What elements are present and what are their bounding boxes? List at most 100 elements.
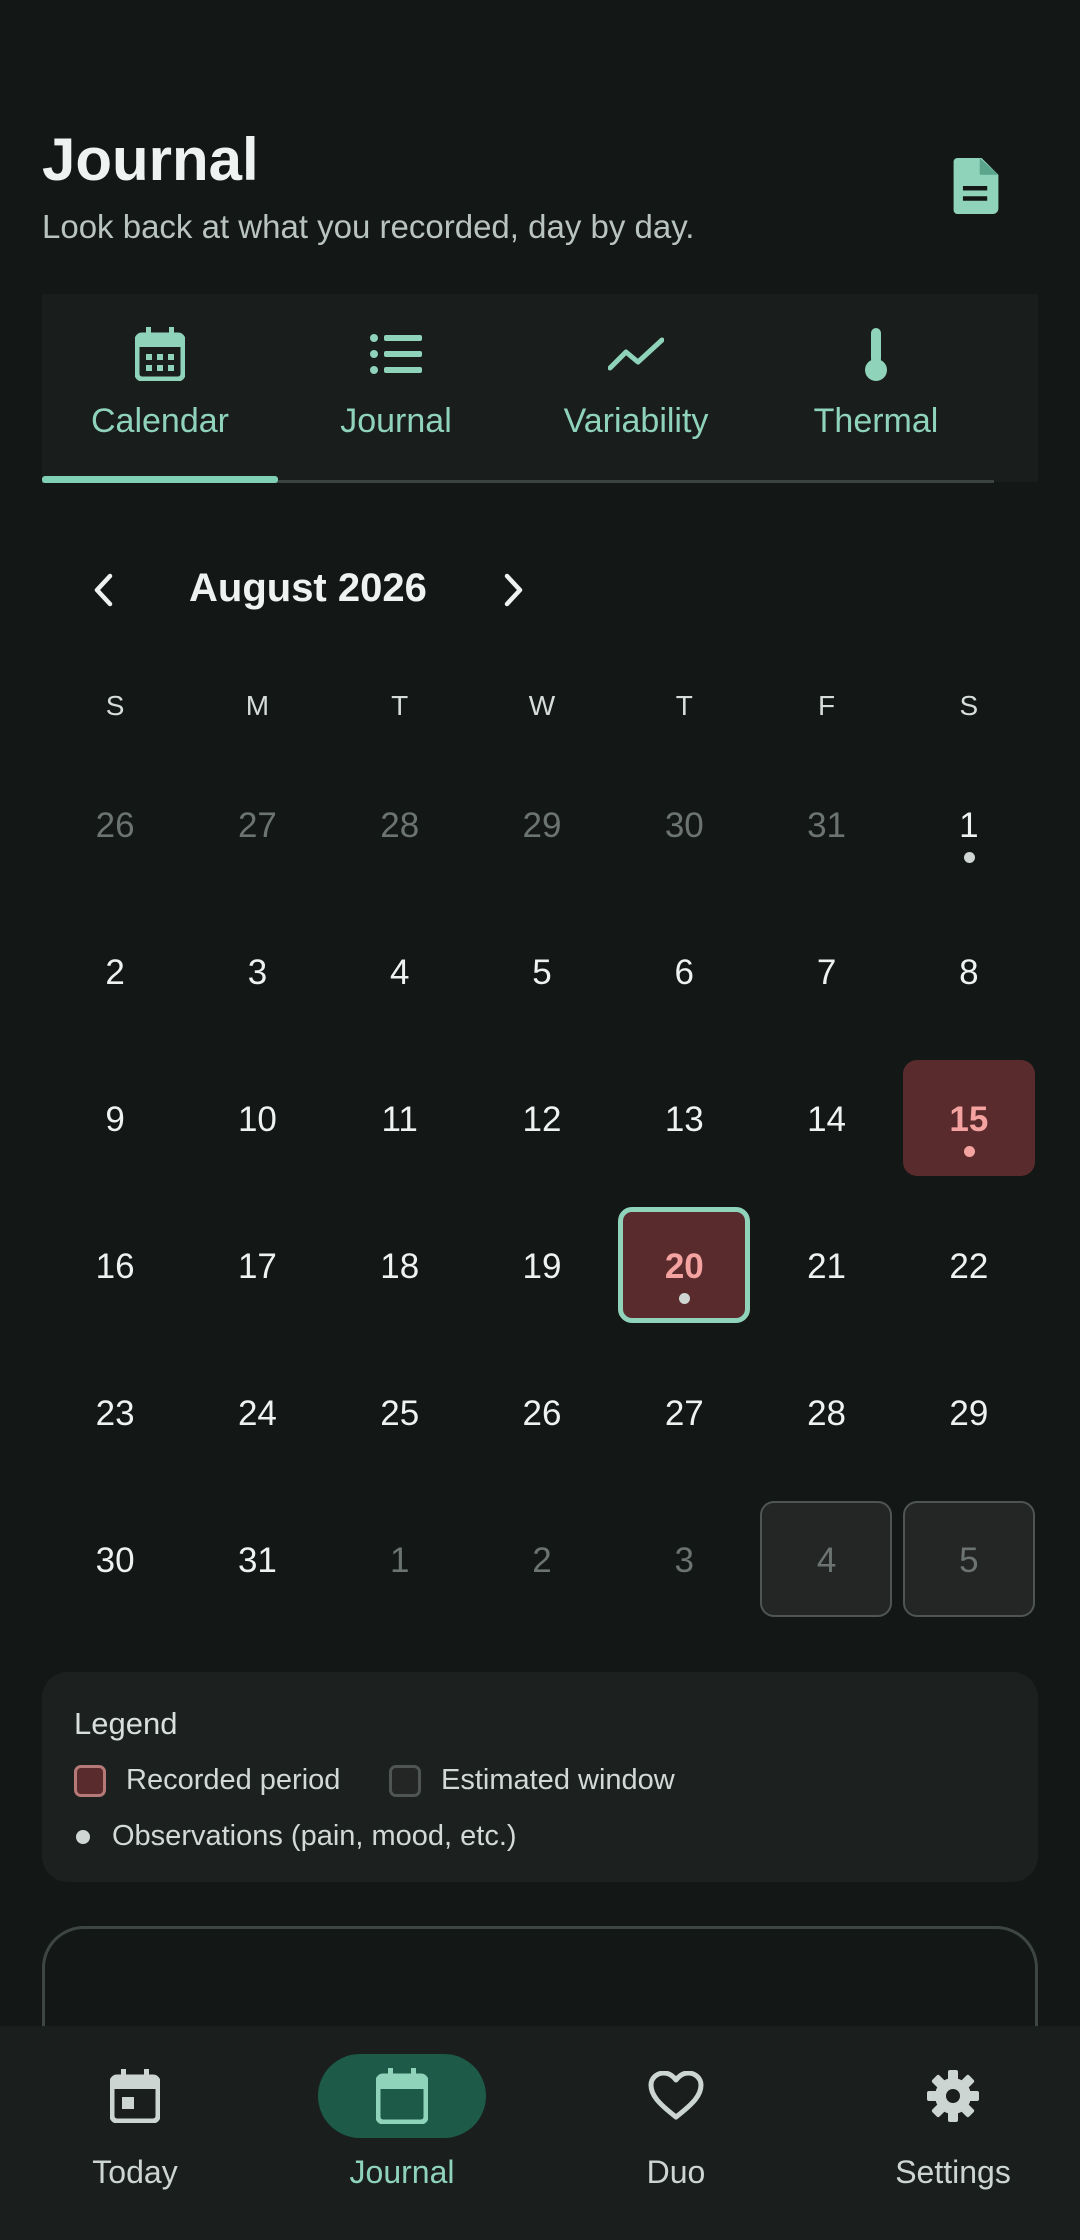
day-number: 29	[522, 805, 562, 845]
calendar-day[interactable]: 18	[329, 1207, 471, 1354]
calendar-day[interactable]: 4	[755, 1501, 897, 1648]
day-number: 12	[522, 1099, 562, 1139]
view-tabs: Calendar Journal Variability Thermal	[42, 294, 1038, 483]
legend-recorded: Recorded period	[74, 1764, 340, 1797]
day-number: 26	[522, 1393, 562, 1433]
calendar-day[interactable]: 3	[186, 913, 328, 1060]
page-title: Journal	[42, 126, 259, 193]
day-number: 16	[95, 1246, 135, 1286]
calendar-day[interactable]: 21	[755, 1207, 897, 1354]
tab-thermal[interactable]: Thermal	[758, 294, 994, 482]
chevron-left-icon	[94, 573, 113, 607]
calendar-day[interactable]: 13	[613, 1060, 755, 1207]
calendar-day[interactable]: 23	[44, 1354, 186, 1501]
day-number: 27	[237, 805, 277, 845]
tab-variability[interactable]: Variability	[514, 294, 758, 482]
calendar-day[interactable]: 31	[755, 766, 897, 913]
day-number: 1	[389, 1540, 410, 1580]
day-number: 28	[380, 805, 420, 845]
day-number: 15	[949, 1099, 989, 1139]
tab-label: Calendar	[91, 402, 229, 440]
calendar-day[interactable]: 16	[44, 1207, 186, 1354]
nav-duo[interactable]: Duo	[541, 2026, 811, 2240]
day-number: 18	[380, 1246, 420, 1286]
calendar-today-icon	[110, 2069, 160, 2123]
calendar-day[interactable]: 11	[329, 1060, 471, 1207]
day-number: 21	[807, 1246, 847, 1286]
calendar-day[interactable]: 4	[329, 913, 471, 1060]
observation-dot	[76, 1829, 90, 1844]
day-number: 4	[389, 952, 410, 992]
calendar-day[interactable]: 14	[755, 1060, 897, 1207]
day-number: 30	[95, 1540, 135, 1580]
weekday-label: F	[818, 690, 836, 721]
calendar-day[interactable]: 25	[329, 1354, 471, 1501]
calendar-day[interactable]: 2	[471, 1501, 613, 1648]
legend-observations-label: Observations (pain, mood, etc.)	[112, 1820, 517, 1852]
day-number: 10	[237, 1099, 277, 1139]
calendar-day[interactable]: 28	[329, 766, 471, 913]
calendar-day[interactable]: 2	[44, 913, 186, 1060]
calendar-day[interactable]: 9	[44, 1060, 186, 1207]
calendar-day[interactable]: 5	[471, 913, 613, 1060]
page-subtitle: Look back at what you recorded, day by d…	[42, 208, 695, 245]
weekday-label: T	[675, 690, 693, 721]
calendar-day[interactable]: 31	[186, 1501, 328, 1648]
day-number: 2	[532, 1540, 552, 1580]
export-document-button[interactable]	[940, 150, 1012, 222]
heart-icon	[648, 2071, 704, 2120]
calendar-day[interactable]: 6	[613, 913, 755, 1060]
tab-active-indicator	[42, 476, 278, 483]
weekday-label: M	[245, 690, 270, 721]
calendar-day[interactable]: 19	[471, 1207, 613, 1354]
previous-month-button[interactable]	[70, 556, 138, 624]
nav-label: Settings	[895, 2154, 1011, 2190]
day-number: 6	[674, 952, 695, 992]
calendar-day[interactable]: 3	[613, 1501, 755, 1648]
calendar-day[interactable]: 10	[186, 1060, 328, 1207]
calendar-day[interactable]: 27	[613, 1354, 755, 1501]
calendar-day[interactable]: 8	[898, 913, 1040, 1060]
legend-estimated: Estimated window	[389, 1764, 675, 1797]
calendar-day[interactable]: 29	[471, 766, 613, 913]
legend-card: Legend Recorded period Estimated window …	[42, 1672, 1038, 1882]
day-number: 22	[949, 1246, 989, 1286]
day-number: 31	[237, 1540, 277, 1580]
nav-journal[interactable]: Journal	[267, 2026, 537, 2240]
gear-icon	[927, 2070, 979, 2122]
calendar-day[interactable]: 7	[755, 913, 897, 1060]
calendar-day[interactable]: 30	[44, 1501, 186, 1648]
calendar-day[interactable]: 1	[898, 766, 1040, 913]
next-month-button[interactable]	[479, 556, 547, 624]
calendar-day[interactable]: 12	[471, 1060, 613, 1207]
calendar-day[interactable]: 1	[329, 1501, 471, 1648]
calendar-day[interactable]: 15	[898, 1060, 1040, 1207]
document-icon	[953, 158, 999, 214]
day-number: 17	[237, 1246, 277, 1286]
nav-today[interactable]: Today	[0, 2026, 270, 2240]
calendar-day[interactable]: 28	[755, 1354, 897, 1501]
month-label: August 2026	[189, 566, 427, 610]
day-number: 19	[522, 1246, 562, 1286]
calendar-day[interactable]: 17	[186, 1207, 328, 1354]
day-number: 2	[105, 952, 125, 992]
day-number: 24	[237, 1393, 277, 1433]
calendar-day[interactable]: 30	[613, 766, 755, 913]
calendar-day[interactable]: 5	[898, 1501, 1040, 1648]
list-icon	[370, 334, 422, 374]
tab-calendar[interactable]: Calendar	[42, 294, 278, 482]
calendar-day[interactable]: 24	[186, 1354, 328, 1501]
day-number: 1	[959, 805, 979, 845]
tab-journal[interactable]: Journal	[278, 294, 514, 482]
calendar-day[interactable]: 26	[44, 766, 186, 913]
day-number: 4	[816, 1540, 837, 1580]
nav-settings[interactable]: Settings	[818, 2026, 1080, 2240]
calendar-day[interactable]: 20	[613, 1207, 755, 1354]
calendar-day[interactable]: 26	[471, 1354, 613, 1501]
legend-recorded-label: Recorded period	[126, 1764, 341, 1796]
calendar-day[interactable]: 27	[186, 766, 328, 913]
tab-label: Journal	[340, 402, 452, 440]
day-number: 8	[959, 952, 979, 992]
calendar-day[interactable]: 29	[898, 1354, 1040, 1501]
calendar-day[interactable]: 22	[898, 1207, 1040, 1354]
